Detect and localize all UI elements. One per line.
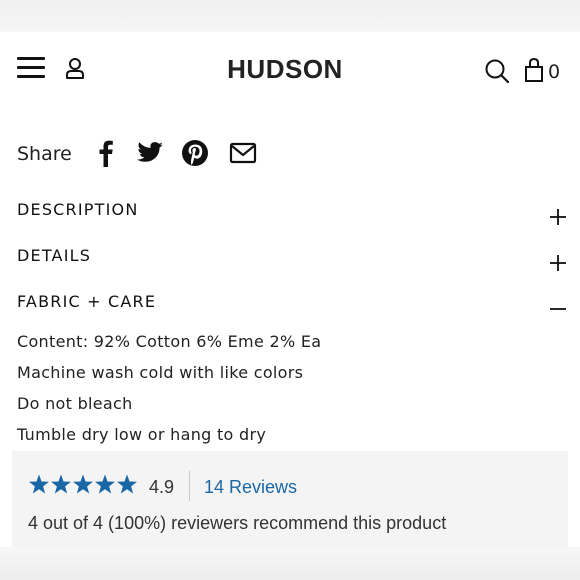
reviews-summary: 4.9 14 Reviews 4 out of 4 (100%) reviewe… <box>12 451 568 547</box>
accordion-description[interactable]: DESCRIPTION <box>17 200 567 230</box>
star-icon <box>73 474 93 494</box>
star-rating[interactable] <box>28 473 138 497</box>
site-header: HUDSON 0 <box>0 32 580 104</box>
fabric-care-line: Tumble dry low or hang to dry <box>17 425 267 444</box>
top-blurred-strip <box>0 0 580 32</box>
menu-icon[interactable] <box>17 57 45 79</box>
share-label: Share <box>17 143 72 165</box>
accordion-title: FABRIC + CARE <box>17 292 157 311</box>
divider <box>189 471 190 501</box>
accordion-title: DETAILS <box>17 246 92 265</box>
cart-count: 0 <box>548 61 561 83</box>
star-icon <box>51 474 71 494</box>
fabric-care-line: Machine wash cold with like colors <box>17 363 304 382</box>
accordion-details[interactable]: DETAILS <box>17 246 567 276</box>
star-icon <box>29 474 49 494</box>
brand-logo[interactable]: HUDSON <box>200 54 370 85</box>
account-icon[interactable] <box>64 56 86 80</box>
facebook-icon[interactable] <box>91 138 121 168</box>
rating-value: 4.9 <box>149 477 175 497</box>
shopping-bag-icon[interactable] <box>524 57 544 83</box>
accordion-fabric-care[interactable]: FABRIC + CARE <box>17 292 567 322</box>
minus-icon[interactable] <box>549 300 567 318</box>
star-icon <box>117 474 137 494</box>
reviews-count-link[interactable]: 14 Reviews <box>204 477 297 498</box>
accordion-title: DESCRIPTION <box>17 200 139 219</box>
twitter-icon[interactable] <box>135 138 165 168</box>
bottom-blurred-strip <box>0 547 580 580</box>
search-icon[interactable] <box>484 58 510 84</box>
plus-icon[interactable] <box>549 208 567 226</box>
plus-icon[interactable] <box>549 254 567 272</box>
star-icon <box>95 474 115 494</box>
recommend-text: 4 out of 4 (100%) reviewers recommend th… <box>28 513 447 533</box>
pinterest-icon[interactable] <box>180 138 210 168</box>
email-icon[interactable] <box>228 138 258 168</box>
fabric-care-line: Do not bleach <box>17 394 133 413</box>
fabric-care-line: Content: 92% Cotton 6% Eme 2% Ea <box>17 332 322 351</box>
share-row: Share <box>17 138 277 172</box>
